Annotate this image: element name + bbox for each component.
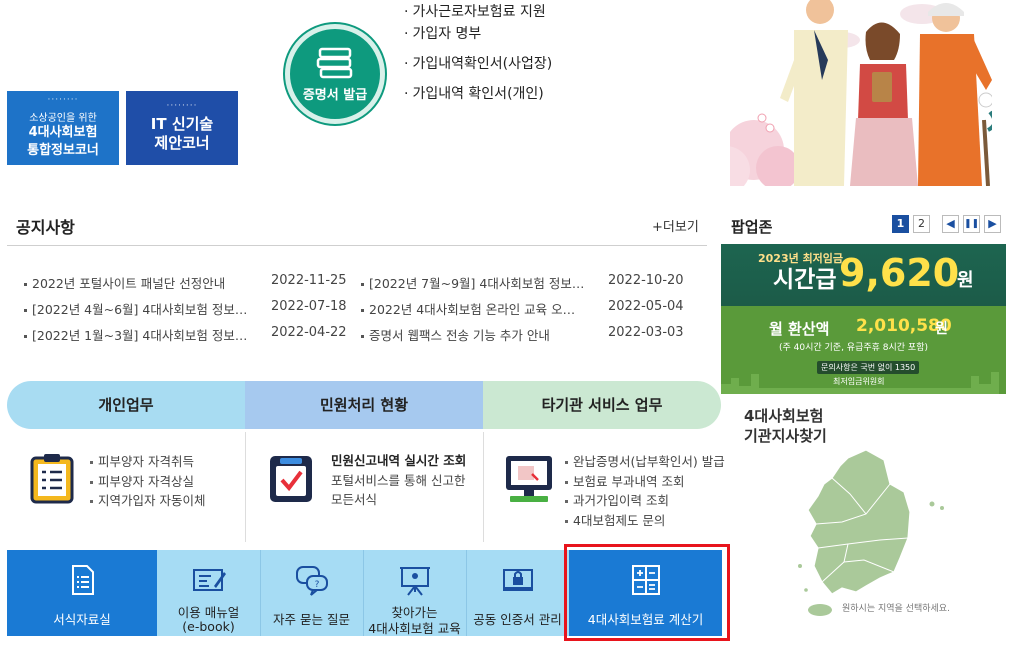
tab-other-agency[interactable]: 타기관 서비스 업무	[483, 381, 721, 429]
certificate-issue-button[interactable]: 증명서 발급	[285, 24, 385, 124]
notice-more-link[interactable]: +더보기	[652, 216, 699, 235]
personal-task-list: 피부양자 자격취득 피부양자 자격상실 지역가입자 자동이체	[90, 451, 205, 510]
banner-line2: IT 신기술	[150, 115, 214, 133]
divider	[7, 245, 707, 246]
user-manual-button[interactable]: 이용 매뉴얼 (e-book)	[157, 550, 260, 636]
quick-label: 서식자료실	[53, 612, 111, 627]
banner-line2: 4대사회보험	[28, 124, 98, 140]
certificate-list: · 가사근로자보험료 지원 · 가입자 명부 · 가입내역확인서(사업장) · 가입내역…	[404, 4, 552, 116]
notice-title: 공지사항	[16, 218, 75, 237]
popup-pause-button[interactable]: ❚❚	[963, 215, 980, 233]
hourly-label: 시간급	[773, 267, 837, 293]
forms-library-button[interactable]: 서식자료실	[7, 550, 157, 636]
monthly-unit: 원	[935, 321, 948, 337]
popup-zone-title: 팝업존	[731, 218, 773, 236]
other-agency-link[interactable]: 과거가입이력 조회	[565, 490, 725, 510]
tab-personal[interactable]: 개인업무	[7, 381, 245, 429]
other-agency-link[interactable]: 완납증명서(납부확인서) 발급	[565, 451, 725, 471]
highlight-outline	[564, 544, 730, 641]
notice-date: 2022-11-25	[271, 273, 347, 288]
korea-map[interactable]	[770, 444, 970, 626]
popup-prev-button[interactable]: ◀	[942, 215, 959, 233]
divider	[483, 432, 484, 542]
civil-line: 모든서식	[331, 492, 378, 507]
certificate-link[interactable]: · 가입자 명부	[404, 26, 552, 56]
popup-next-button[interactable]: ▶	[984, 215, 1001, 233]
dots-decoration: ········	[166, 101, 198, 111]
notice-date: 2022-05-04	[608, 299, 684, 314]
quick-label: 이용 매뉴얼	[177, 605, 240, 620]
dots-decoration: ········	[47, 94, 79, 105]
civil-status-description[interactable]: 민원신고내역 실시간 조회 포털서비스를 통해 신고한 모든서식	[331, 451, 466, 510]
bullet	[24, 283, 27, 286]
other-agency-link[interactable]: 보험료 부과내역 조회	[565, 471, 725, 491]
org-name: 최저임금위원회	[833, 377, 885, 386]
quick-label: 공동 인증서 관리	[473, 612, 562, 627]
quick-label: 자주 묻는 질문	[273, 612, 350, 627]
svg-text:?: ?	[314, 580, 319, 590]
notice-date: 2022-07-18	[271, 299, 347, 314]
monthly-label: 월 환산액	[769, 320, 830, 338]
inquiry-badge: 문의사항은 국번 없이 1350	[817, 361, 920, 374]
wage-note: (주 40시간 기준, 유급주휴 8시간 포함)	[779, 343, 929, 353]
bullet	[361, 309, 364, 312]
tab-civil-status[interactable]: 민원처리 현황	[245, 381, 483, 429]
civil-line: 포털서비스를 통해 신고한	[331, 472, 466, 488]
notice-item[interactable]: 2022년 포털사이트 패널단 선정안내	[24, 273, 225, 292]
divider	[245, 432, 246, 542]
minimum-wage-popup-banner[interactable]: 2023년 최저임금 시간급 9,620 원 월 환산액 2,010,580 원…	[721, 244, 1006, 394]
bullet	[361, 335, 364, 338]
bullet	[24, 335, 27, 338]
popup-page-2-button[interactable]: 2	[913, 215, 930, 233]
it-proposal-banner[interactable]: ········ IT 신기술 제안코너	[126, 91, 238, 165]
presentation-board-icon	[399, 567, 430, 596]
quick-label: 4대사회보험 교육	[368, 621, 461, 636]
other-agency-link[interactable]: 4대보험제도 문의	[565, 510, 725, 530]
clipboard-icon	[30, 454, 74, 504]
workers-illustration	[730, 0, 992, 186]
map-hint: 원하시는 지역을 선택하세요.	[842, 604, 950, 614]
visiting-education-button[interactable]: 찾아가는 4대사회보험 교육	[363, 550, 466, 636]
lock-screen-icon	[502, 569, 533, 591]
branch-finder-title: 4대사회보험 기관지사찾기	[744, 407, 827, 445]
personal-task-link[interactable]: 지역가입자 자동이체	[90, 490, 205, 510]
document-icon	[72, 565, 94, 595]
monitor-icon	[506, 456, 552, 502]
hourly-unit: 원	[957, 270, 974, 291]
divider	[363, 550, 364, 636]
civil-heading: 민원신고내역 실시간 조회	[331, 453, 467, 468]
notice-item[interactable]: 증명서 웹팩스 전송 기능 추가 안내	[361, 325, 550, 344]
checklist-icon	[270, 456, 312, 502]
notice-date: 2022-03-03	[608, 325, 684, 340]
quick-label: 찾아가는	[391, 605, 438, 620]
personal-task-link[interactable]: 피부양자 자격상실	[90, 471, 205, 491]
notice-item[interactable]: [2022년 1월~3월] 4대사회보험 정보…	[24, 325, 247, 344]
certificate-link[interactable]: · 가입내역 확인서(개인)	[404, 86, 552, 116]
notice-item[interactable]: [2022년 7월~9월] 4대사회보험 정보…	[361, 273, 584, 292]
bullet	[361, 283, 364, 286]
hourly-value: 9,620	[839, 251, 960, 295]
personal-task-link[interactable]: 피부양자 자격취득	[90, 451, 205, 471]
notice-item[interactable]: 2022년 4대사회보험 온라인 교육 오…	[361, 299, 575, 318]
notice-date: 2022-04-22	[271, 325, 347, 340]
small-business-info-banner[interactable]: ········ 소상공인을 위한 4대사회보험 통합정보코너	[7, 91, 119, 165]
quick-label: (e-book)	[182, 619, 235, 634]
notice-item[interactable]: [2022년 4월~6월] 4대사회보험 정보…	[24, 299, 247, 318]
banner-line1: 소상공인을 위한	[29, 112, 97, 124]
divider	[260, 550, 261, 636]
popup-page-1-button[interactable]: 1	[892, 215, 909, 233]
certificate-link[interactable]: · 가입내역확인서(사업장)	[404, 56, 552, 86]
certificate-label: 증명서 발급	[302, 87, 368, 103]
chat-bubbles-icon: ?	[295, 566, 328, 596]
edit-board-icon	[192, 569, 226, 591]
faq-button[interactable]: ? 자주 묻는 질문	[260, 550, 363, 636]
other-agency-list: 완납증명서(납부확인서) 발급 보험료 부과내역 조회 과거가입이력 조회 4대…	[565, 451, 725, 529]
bullet	[24, 309, 27, 312]
banner-line3: 제안코너	[154, 134, 210, 152]
books-icon	[316, 47, 353, 78]
divider	[466, 550, 467, 636]
notice-date: 2022-10-20	[608, 273, 684, 288]
certificate-management-button[interactable]: 공동 인증서 관리	[466, 550, 569, 636]
banner-line3: 통합정보코너	[27, 142, 99, 158]
